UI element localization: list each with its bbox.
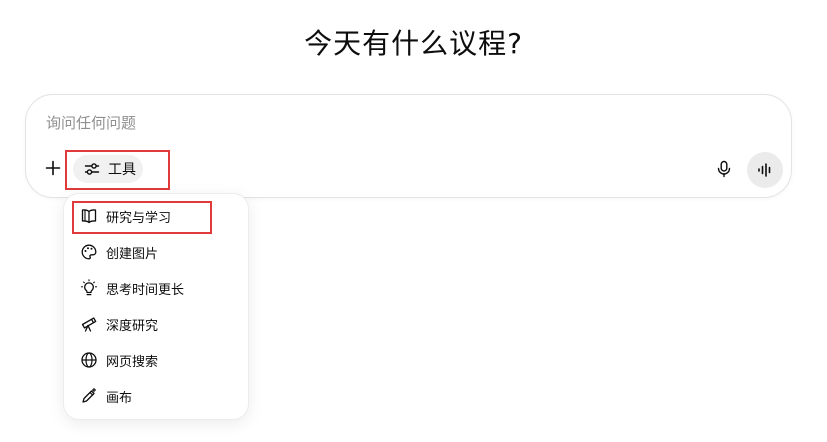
globe-icon <box>81 352 97 368</box>
menu-item-canvas[interactable]: 画布 <box>74 380 240 412</box>
menu-item-deep-research[interactable]: 深度研究 <box>74 308 240 340</box>
menu-item-label: 思考时间更长 <box>106 282 185 298</box>
book-open-icon <box>81 209 97 224</box>
menu-item-label: 深度研究 <box>106 318 159 334</box>
page-title: 今天有什么议程? <box>304 27 523 60</box>
menu-item-label: 创建图片 <box>106 246 159 262</box>
lightbulb-icon <box>80 279 98 296</box>
tools-button[interactable]: 工具 <box>73 155 143 183</box>
dictate-button[interactable] <box>712 157 736 181</box>
tools-label: 工具 <box>108 162 136 178</box>
prompt-input[interactable] <box>46 112 646 134</box>
pen-sparkle-icon <box>82 387 97 403</box>
menu-item-study[interactable]: 研究与学习 <box>74 200 240 232</box>
microphone-icon <box>717 160 731 178</box>
sliders-icon <box>84 163 100 175</box>
menu-item-create-image[interactable]: 创建图片 <box>74 236 240 268</box>
waveform-icon <box>758 163 771 177</box>
menu-item-label: 研究与学习 <box>106 210 172 226</box>
voice-mode-button[interactable] <box>747 152 783 188</box>
menu-item-label: 网页搜索 <box>106 354 159 370</box>
plus-icon <box>45 160 61 176</box>
menu-item-label: 画布 <box>106 390 133 406</box>
add-attachment-button[interactable] <box>42 157 64 179</box>
telescope-icon <box>81 317 97 332</box>
menu-item-think-longer[interactable]: 思考时间更长 <box>74 272 240 304</box>
chat-composer: 工具 <box>25 94 792 198</box>
tools-menu: 研究与学习 创建图片 思考时间更长 深度研究 网页搜索 画布 <box>63 193 249 420</box>
menu-item-web-search[interactable]: 网页搜索 <box>74 344 240 376</box>
palette-icon <box>81 244 97 260</box>
